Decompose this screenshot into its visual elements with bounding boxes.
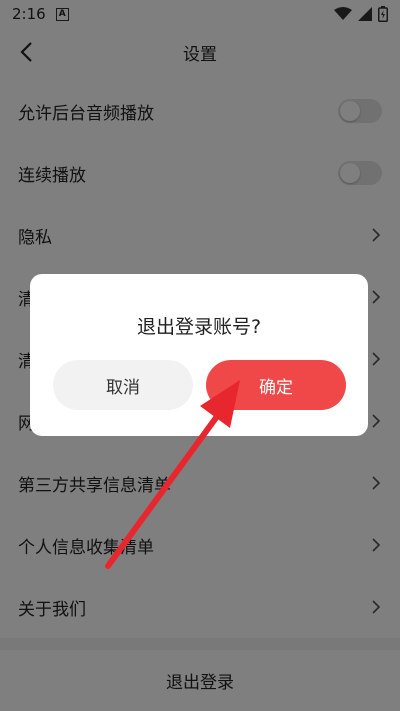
cancel-button[interactable]: 取消 xyxy=(53,360,193,410)
confirm-button[interactable]: 确定 xyxy=(206,360,346,410)
logout-confirm-dialog: 退出登录账号? 取消 确定 xyxy=(30,274,368,436)
dialog-title: 退出登录账号? xyxy=(136,316,262,338)
